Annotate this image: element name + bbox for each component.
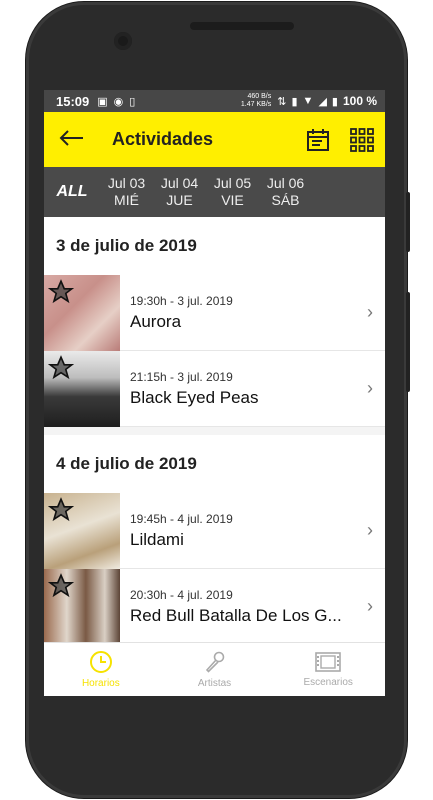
artist-photo	[44, 568, 120, 645]
favorite-star-icon[interactable]	[48, 572, 74, 599]
artist-photo	[44, 492, 120, 569]
power-button	[406, 192, 410, 252]
day-date: Jul 03	[107, 175, 146, 191]
vibrate-icon: ▮	[291, 95, 298, 108]
chevron-right-icon: ›	[367, 520, 373, 540]
artist-photo	[44, 350, 120, 427]
volume-button	[406, 292, 410, 392]
list-item[interactable]: 20:30h - 4 jul. 2019 Red Bull Batalla De…	[44, 568, 385, 645]
day-filter-jul-03[interactable]: Jul 03 MIÉ	[100, 175, 153, 209]
nav-tab-escenarios[interactable]: Escenarios	[271, 643, 385, 696]
day-weekday: SÁB	[271, 192, 300, 208]
favorite-star-icon[interactable]	[48, 496, 74, 523]
film-icon	[315, 652, 341, 672]
chevron-right-icon: ›	[367, 378, 373, 398]
day-weekday: JUE	[166, 192, 193, 208]
day-filter-jul-04[interactable]: Jul 04 JUE	[153, 175, 206, 209]
favorite-star-icon[interactable]	[48, 354, 74, 381]
signal-icon: ◢	[318, 95, 327, 108]
day-date: Jul 06	[266, 175, 305, 191]
day-date: Jul 04	[160, 175, 199, 191]
section-divider	[44, 427, 385, 435]
day-filter-all[interactable]: ALL	[44, 183, 100, 201]
arrow-left-icon[interactable]	[58, 126, 98, 154]
activity-time: 19:30h - 3 jul. 2019	[130, 293, 233, 308]
day-weekday: VIE	[221, 192, 244, 208]
list-item[interactable]: 21:15h - 3 jul. 2019 Black Eyed Peas ›	[44, 350, 385, 427]
section-header: 4 de julio de 2019	[44, 435, 385, 493]
data-transfer-icon: ⇅	[277, 95, 287, 108]
notification-gallery-icon: ▣	[97, 95, 108, 108]
nav-tab-artistas[interactable]: Artistas	[158, 643, 272, 696]
nav-tab-horarios[interactable]: Horarios	[44, 643, 158, 696]
notification-sim-icon: ▯	[129, 95, 136, 108]
day-weekday: MIÉ	[114, 192, 139, 208]
artist-name: Lildami	[130, 529, 184, 549]
net-down-speed: 1.47 KB/s	[240, 101, 272, 108]
grid-icon[interactable]	[349, 127, 375, 153]
day-date: Jul 05	[213, 175, 252, 191]
day-filter-bar: ALL Jul 03 MIÉ Jul 04 JUE Jul 05 VIE Jul…	[44, 167, 385, 217]
activity-list: 3 de julio de 2019 19:30h - 3 jul. 2019 …	[44, 217, 385, 645]
notification-android-icon: ◉	[113, 95, 124, 108]
app-screen: 15:09 ▣ ◉ ▯ 460 B/s 1.47 KB/s ⇅ ▮ ▼ ◢ ▮ …	[44, 90, 385, 696]
chevron-right-icon: ›	[367, 302, 373, 322]
page-title: Actividades	[112, 129, 214, 149]
status-bar: 15:09 ▣ ◉ ▯ 460 B/s 1.47 KB/s ⇅ ▮ ▼ ◢ ▮ …	[44, 90, 385, 112]
day-filter-jul-06[interactable]: Jul 06 SÁB	[259, 175, 312, 209]
battery-icon: ▮	[331, 95, 338, 108]
network-speed: 460 B/s 1.47 KB/s	[241, 93, 271, 109]
activity-time: 21:15h - 3 jul. 2019	[130, 369, 233, 384]
status-time: 15:09	[56, 93, 90, 109]
net-up-speed: 460 B/s	[247, 93, 272, 100]
nav-label: Artistas	[197, 678, 232, 689]
earpiece-speaker	[190, 22, 294, 30]
microphone-icon	[205, 651, 224, 673]
favorite-star-icon[interactable]	[48, 278, 74, 305]
list-item[interactable]: 19:45h - 4 jul. 2019 Lildami ›	[44, 492, 385, 569]
app-toolbar: Actividades	[44, 112, 385, 167]
bottom-navigation: Horarios Artistas Escenarios	[44, 642, 385, 696]
artist-name: Red Bull Batalla De Los G...	[130, 605, 342, 625]
calendar-icon[interactable]	[305, 127, 331, 153]
nav-label: Escenarios	[303, 677, 353, 688]
artist-name: Black Eyed Peas	[130, 387, 259, 407]
battery-percentage: 100 %	[342, 94, 377, 108]
activity-time: 20:30h - 4 jul. 2019	[130, 587, 233, 602]
artist-photo	[44, 274, 120, 351]
list-item[interactable]: 19:30h - 3 jul. 2019 Aurora ›	[44, 274, 385, 351]
clock-icon	[89, 651, 112, 673]
activity-time: 19:45h - 4 jul. 2019	[130, 511, 233, 526]
day-filter-jul-05[interactable]: Jul 05 VIE	[206, 175, 259, 209]
section-header: 3 de julio de 2019	[44, 217, 385, 275]
front-camera	[114, 32, 132, 50]
artist-name: Aurora	[130, 311, 182, 331]
nav-label: Horarios	[81, 678, 120, 689]
chevron-right-icon: ›	[367, 596, 373, 616]
wifi-icon: ▼	[302, 95, 314, 107]
